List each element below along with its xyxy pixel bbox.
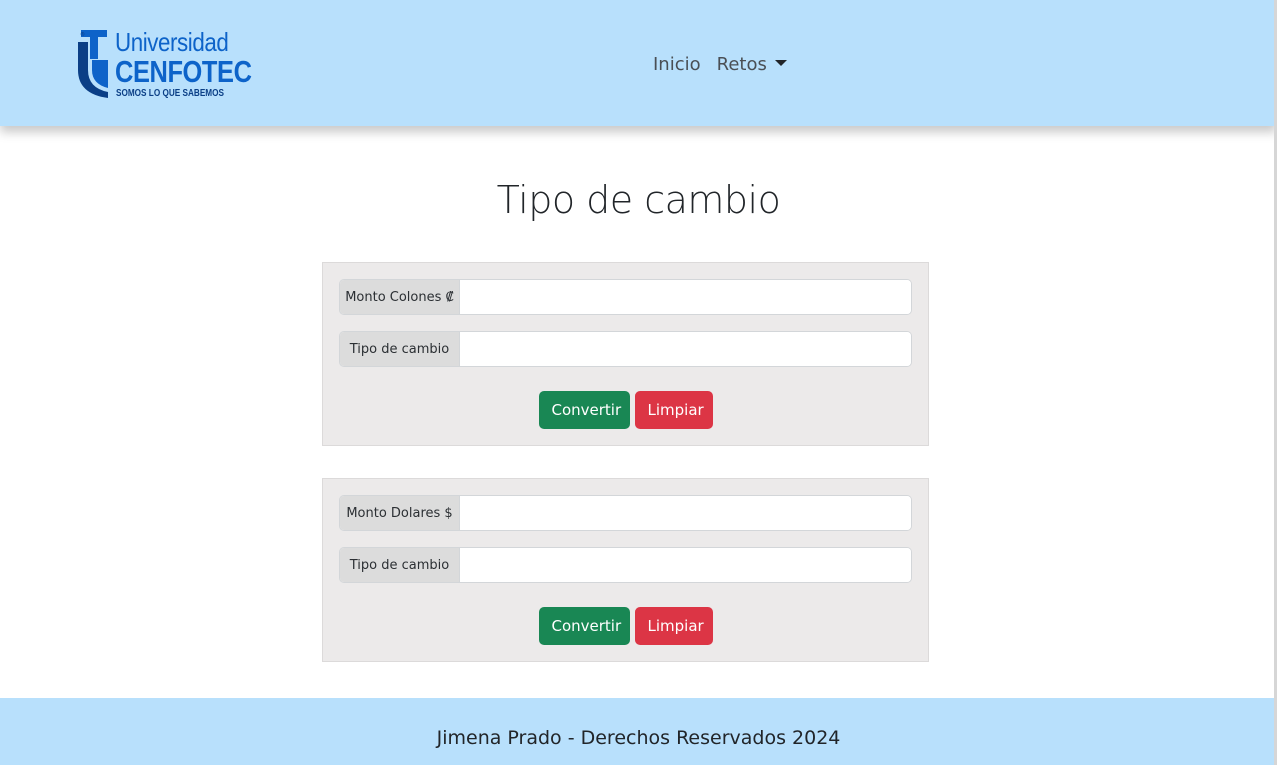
nav-retos-label: Retos bbox=[716, 54, 767, 75]
logo-cenfotec-text: CENFOTEC bbox=[115, 54, 252, 89]
logo-universidad-text: Universidad bbox=[115, 27, 229, 57]
colones-rate-label: Tipo de cambio bbox=[340, 332, 460, 366]
dolares-converter-card: Monto Dolares $ Tipo de cambio Convertir… bbox=[322, 478, 929, 662]
page-title: Tipo de cambio bbox=[496, 178, 781, 222]
colones-clear-button[interactable]: Limpiar bbox=[634, 391, 713, 429]
svg-text:®: ® bbox=[80, 31, 85, 38]
colones-convert-button[interactable]: Convertir bbox=[538, 391, 630, 429]
nav-retos-dropdown[interactable]: Retos bbox=[717, 52, 787, 78]
cenfotec-emblem-icon: ® bbox=[78, 30, 108, 98]
footer-copyright-text: Jimena Prado - Derechos Reservados 2024 bbox=[436, 726, 841, 749]
navbar: ® Universidad CENFOTEC SOMOS LO QUE SABE… bbox=[0, 0, 1277, 126]
colones-rate-input[interactable] bbox=[460, 332, 911, 366]
colones-amount-label: Monto Colones ₡ bbox=[340, 280, 460, 314]
dolares-clear-button[interactable]: Limpiar bbox=[634, 607, 713, 645]
colones-rate-group: Tipo de cambio bbox=[339, 331, 912, 367]
colones-amount-group: Monto Colones ₡ bbox=[339, 279, 912, 315]
colones-button-row: Convertir Limpiar bbox=[323, 391, 928, 429]
colones-converter-card: Monto Colones ₡ Tipo de cambio Convertir… bbox=[322, 262, 929, 446]
dolares-rate-input[interactable] bbox=[460, 548, 911, 582]
nav-inicio-link[interactable]: Inicio bbox=[653, 52, 701, 78]
footer: Jimena Prado - Derechos Reservados 2024 bbox=[0, 698, 1277, 765]
dolares-amount-input[interactable] bbox=[460, 496, 911, 530]
logo-tagline-text: SOMOS LO QUE SABEMOS bbox=[116, 88, 224, 99]
university-logo[interactable]: ® Universidad CENFOTEC SOMOS LO QUE SABE… bbox=[78, 27, 252, 100]
dolares-amount-label: Monto Dolares $ bbox=[340, 496, 460, 530]
dolares-rate-group: Tipo de cambio bbox=[339, 547, 912, 583]
dolares-rate-label: Tipo de cambio bbox=[340, 548, 460, 582]
dolares-button-row: Convertir Limpiar bbox=[323, 607, 928, 645]
dolares-convert-button[interactable]: Convertir bbox=[538, 607, 630, 645]
dropdown-caret-icon bbox=[774, 60, 787, 66]
nav-links: Inicio Retos bbox=[653, 52, 787, 78]
dolares-amount-group: Monto Dolares $ bbox=[339, 495, 912, 531]
colones-amount-input[interactable] bbox=[460, 280, 911, 314]
